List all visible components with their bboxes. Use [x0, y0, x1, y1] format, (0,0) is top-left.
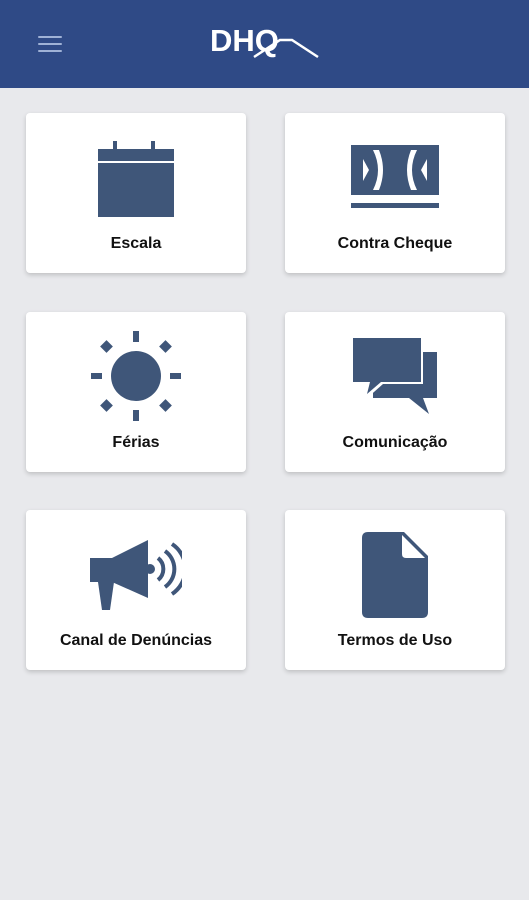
megaphone-icon — [90, 540, 182, 610]
hamburger-icon — [38, 36, 62, 38]
chat-icon — [351, 336, 437, 414]
document-icon — [362, 532, 428, 618]
money-icon — [351, 145, 439, 208]
card-label: Comunicação — [342, 434, 448, 451]
dhq-logo: DHQ — [210, 23, 319, 59]
menu-button[interactable] — [30, 28, 70, 60]
calendar-icon — [98, 141, 174, 217]
card-label: Férias — [112, 434, 160, 451]
card-label: Contra Cheque — [337, 235, 453, 252]
card-ferias[interactable]: Férias — [26, 312, 246, 472]
card-label: Escala — [110, 235, 162, 252]
card-escala[interactable]: Escala — [26, 113, 246, 273]
card-canal-denuncias[interactable]: Canal de Denúncias — [26, 510, 246, 670]
sun-icon — [91, 331, 181, 421]
card-termos-de-uso[interactable]: Termos de Uso — [285, 510, 505, 670]
app-bar: DHQ — [0, 0, 529, 88]
card-label: Termos de Uso — [337, 632, 453, 649]
card-comunicacao[interactable]: Comunicação — [285, 312, 505, 472]
card-label: Canal de Denúncias — [59, 632, 213, 649]
logo-text: DHQ — [210, 23, 279, 58]
card-contra-cheque[interactable]: Contra Cheque — [285, 113, 505, 273]
